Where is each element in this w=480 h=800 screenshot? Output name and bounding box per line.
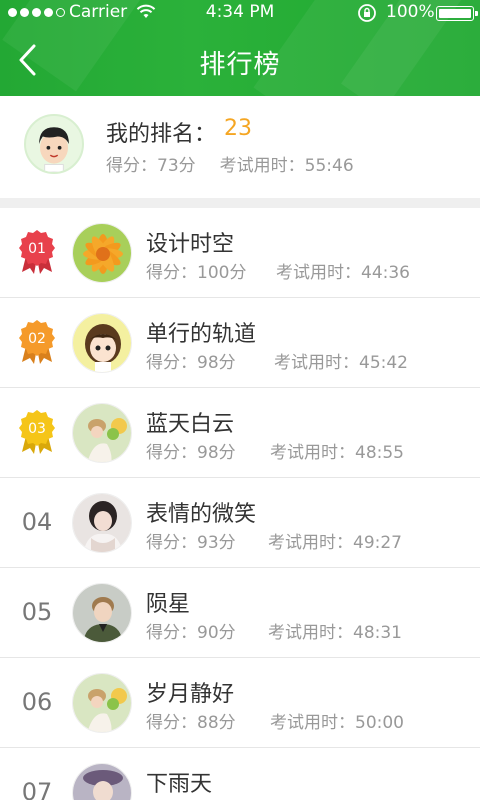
player-score: 得分：93分 — [146, 533, 236, 553]
avatar — [72, 763, 132, 800]
rotation-lock-icon — [358, 4, 376, 22]
my-rank-label: 我的排名： — [106, 122, 217, 147]
section-divider — [0, 198, 480, 208]
avatar — [72, 313, 132, 373]
list-item[interactable]: 06 岁月静好 得分：88分 考试用时：50:00 — [0, 658, 480, 748]
player-score: 得分：98分 — [146, 443, 236, 463]
leaderboard-list: 01 设计时空 得分：100分 考试用时：44:36 02 单行的轨道 得分：9… — [0, 208, 480, 800]
rank-badge-text: 03 — [28, 421, 46, 437]
player-score: 得分：88分 — [146, 713, 236, 733]
player-name: 单行的轨道 — [146, 322, 257, 347]
avatar — [72, 493, 132, 553]
avatar — [72, 223, 132, 283]
rank-badge-text: 01 — [28, 241, 46, 257]
portrait-avatar-icon — [73, 764, 131, 800]
medal-red-icon: 01 — [19, 230, 55, 274]
my-duration: 考试用时：55:46 — [219, 156, 354, 176]
cartoon-girl-avatar-icon — [73, 314, 131, 372]
rank-number: 07 — [21, 778, 53, 800]
girl-with-flowers-avatar-icon — [73, 404, 131, 462]
player-name: 下雨天 — [146, 772, 213, 797]
list-item[interactable]: 03 蓝天白云 得分：98分 考试用时：48:55 — [0, 388, 480, 478]
player-name: 岁月静好 — [146, 682, 235, 707]
medal-yellow-icon: 03 — [19, 410, 55, 454]
list-item[interactable]: 04 表情的微笑 得分：93分 考试用时：49:27 — [0, 478, 480, 568]
my-rank-card: 我的排名： 23 得分：73分 考试用时：55:46 — [0, 96, 480, 198]
avatar — [72, 403, 132, 463]
girl-with-flowers-avatar-icon — [73, 674, 131, 732]
player-score: 得分：98分 — [146, 353, 236, 373]
player-duration: 考试用时：44:36 — [276, 263, 410, 283]
rank-number: 05 — [21, 598, 53, 626]
boy-portrait-avatar-icon — [73, 584, 131, 642]
player-name: 陨星 — [146, 592, 191, 617]
battery-percentage: 100% — [386, 2, 435, 22]
player-score: 得分：90分 — [146, 623, 236, 643]
flower-avatar-icon — [73, 224, 131, 282]
my-rank-meta: 得分：73分 考试用时：55:46 — [106, 151, 354, 176]
player-name: 表情的微笑 — [146, 502, 257, 527]
avatar — [24, 114, 84, 174]
player-name: 设计时空 — [146, 232, 235, 257]
app-header: Carrier 4:34 PM 100% 排行榜 — [0, 0, 480, 96]
rank-number: 06 — [21, 688, 53, 716]
avatar — [72, 673, 132, 733]
my-score: 得分：73分 — [106, 156, 196, 176]
medal-orange-icon: 02 — [19, 320, 55, 364]
player-name: 蓝天白云 — [146, 412, 235, 437]
player-duration: 考试用时：48:31 — [268, 623, 402, 643]
player-duration: 考试用时：45:42 — [274, 353, 408, 373]
player-duration: 考试用时：50:00 — [270, 713, 404, 733]
player-duration: 考试用时：48:55 — [270, 443, 404, 463]
list-item[interactable]: 01 设计时空 得分：100分 考试用时：44:36 — [0, 208, 480, 298]
player-score: 得分：100分 — [146, 263, 247, 283]
page-title: 排行榜 — [199, 50, 281, 80]
list-item[interactable]: 05 陨星 得分：90分 考试用时：48:31 — [0, 568, 480, 658]
girl-portrait-avatar-icon — [73, 494, 131, 552]
list-item[interactable]: 02 单行的轨道 得分：98分 考试用时：45:42 — [0, 298, 480, 388]
my-rank-value: 23 — [224, 116, 252, 141]
player-duration: 考试用时：49:27 — [268, 533, 402, 553]
status-bar: Carrier 4:34 PM 100% — [0, 0, 480, 26]
list-item[interactable]: 07 下雨天 — [0, 748, 480, 800]
rank-badge-text: 02 — [28, 331, 46, 347]
avatar — [72, 583, 132, 643]
user-cartoon-icon — [39, 127, 69, 172]
rank-number: 04 — [21, 508, 53, 536]
battery-icon — [436, 6, 478, 21]
